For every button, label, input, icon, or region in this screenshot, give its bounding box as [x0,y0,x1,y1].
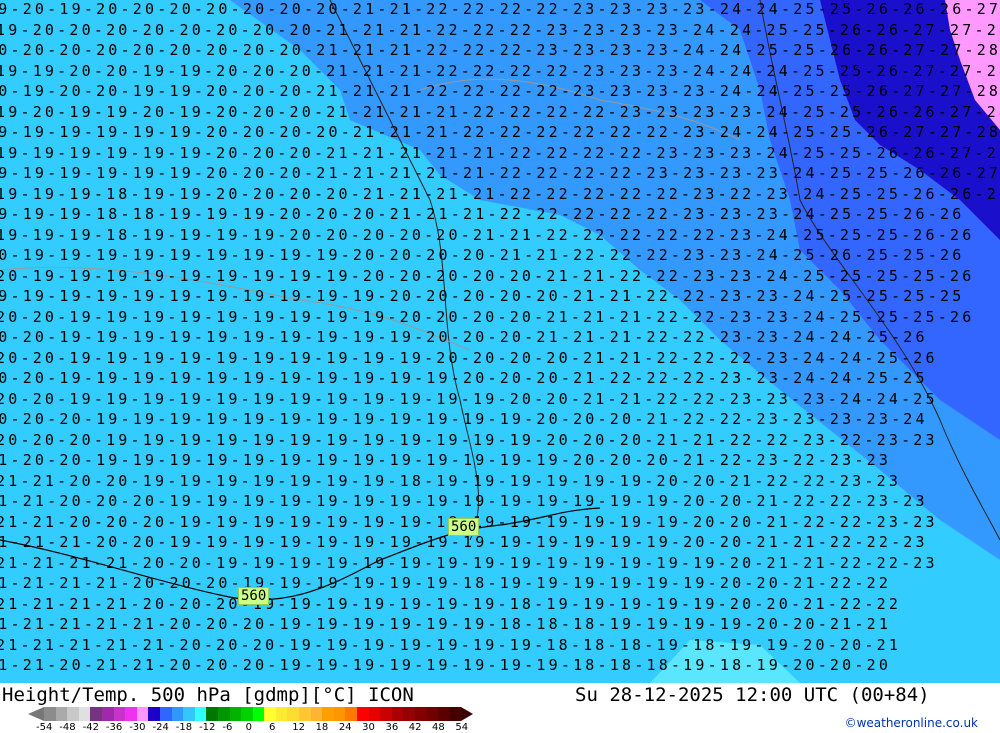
legend-swatch [287,707,300,721]
legend-swatch [217,707,230,721]
legend-tick-label: 36 [385,722,399,733]
legend-ticks: -54 -48 -42 -36 -30 -24 -18 -12 -6 0 6 12 18 24 30 36 42… [36,722,479,733]
legend-tick-label: 18 [315,722,329,733]
temperature-label-row: 21-21-21-21-20-20-20-19-19-19-19-19-19-1… [0,574,892,592]
temperature-label-row: 19-20-20-20-20-20-20-20-20-21-21-21-22-2… [0,20,1000,39]
temperature-label-row: 20-20-19-19-19-19-19-19-19-19-19-19-19-1… [0,389,938,408]
legend-swatch [403,707,415,721]
legend-swatch [345,707,358,721]
credit-link[interactable]: ©weatheronline.co.uk [845,716,978,730]
legend-swatch [333,707,346,721]
legend-swatch [380,707,392,721]
legend-swatch [449,707,462,721]
legend-tick-label: -18 [175,722,193,733]
legend-tick-label: 0 [245,722,253,733]
temperature-label-row: 21-21-21-21-21-20-20-20-19-19-19-19-19-1… [0,615,892,633]
temperature-label-row: 19-19-19-18-18-19-19-19-20-20-20-21-21-2… [0,205,965,223]
legend-swatch [183,707,195,721]
temperature-label-row: 19-20-19-19-20-19-20-20-20-21-21-21-21-2… [0,102,1000,121]
legend-swatch [275,707,288,721]
temperature-label-row: 20-20-19-19-19-19-19-19-19-19-19-19-20-2… [0,348,938,367]
legend-swatch [264,707,276,721]
temperature-label-row: 21-21-21-20-20-19-19-19-19-19-19-19-19-1… [0,533,928,551]
legend-swatch [136,707,149,721]
temperature-label-row: 20-20-20-20-20-20-20-20-20-21-21-21-22-2… [0,41,1000,59]
legend-tick-label: 30 [362,722,375,733]
temperature-label-row: 21-21-21-21-20-20-19-19-19-19-19-19-19-1… [0,553,938,572]
temperature-label-row: 21-21-20-20-20-19-19-19-19-19-19-19-19-1… [0,492,928,510]
legend-swatch [310,707,323,721]
legend-arrow-right [461,707,474,721]
temperature-label-row: 19-19-20-20-19-19-20-20-20-21-21-21-22-2… [0,61,1000,80]
temperature-label-row: 20-19-20-20-19-19-20-20-20-21-21-21-22-2… [0,82,1000,100]
legend-swatch [229,707,242,721]
legend-tick-label: -12 [199,722,216,733]
temperature-label-row: 20-20-20-19-19-19-19-19-19-19-19-19-19-1… [0,410,928,428]
legend-swatch [55,707,68,721]
temperature-label-row: 20-20-19-19-19-19-19-19-19-19-19-20-20-2… [0,307,975,326]
temperature-label-row: 21-20-20-19-19-19-19-19-19-19-19-19-19-1… [0,451,892,469]
temperature-label-row: 21-21-21-21-20-20-20-19-19-19-19-19-19-1… [0,594,902,613]
legend-swatch [415,707,427,721]
legend-swatch [438,707,450,721]
temperature-label-row: 19-19-19-19-19-19-20-20-20-21-21-21-21-2… [0,143,1000,162]
legend-swatch [67,707,79,721]
legend-swatch [426,707,439,721]
legend-tick-label: -42 [82,722,99,733]
map-title: Height/Temp. 500 hPa [gdmp][°C] ICON [2,684,414,706]
temperature-label-row: 21-21-21-21-21-20-20-20-19-19-19-19-19-1… [0,635,902,654]
temperature-label-row: 20-20-19-19-19-19-19-19-19-19-19-19-20-2… [0,328,928,346]
temperature-label-row: 20-19-19-19-19-19-19-19-19-19-20-20-20-2… [0,246,965,264]
legend-swatch [299,707,311,721]
temperature-label-row: 19-19-19-19-19-19-19-19-19-19-19-20-20-2… [0,287,965,305]
legend-swatch [78,707,91,721]
temperature-label-row: 19-19-19-19-19-19-20-20-20-20-21-21-21-2… [0,123,1000,141]
forecast-datetime: Su 28-12-2025 12:00 UTC (00+84) [575,684,930,706]
legend-tick-label: -24 [152,722,169,733]
map-footer: Height/Temp. 500 hPa [gdmp][°C] ICON Su … [0,683,1000,733]
legend-tick-label: 54 [455,722,469,733]
legend-arrow-left [28,707,44,721]
color-legend [28,707,474,721]
legend-swatch [241,707,253,721]
height-label: 560 [448,518,480,536]
temperature-label-row: 21-21-20-20-19-19-19-19-19-19-19-18-19-1… [0,471,902,490]
height-label: 560 [238,587,270,605]
legend-swatch [252,707,265,721]
legend-swatch [357,707,369,721]
legend-swatch [194,707,207,721]
legend-swatch [391,707,404,721]
legend-tick-label: 48 [432,722,445,733]
temperature-label-row: 20-20-19-19-19-19-19-19-19-19-19-19-19-2… [0,369,928,387]
temperature-label-row: 19-19-19-19-19-19-20-20-20-21-21-21-21-2… [0,164,1000,182]
legend-swatch [125,707,137,721]
temperature-label-row: 19-19-19-18-19-19-20-20-20-20-21-21-21-2… [0,184,1000,203]
legend-tick-label: 12 [292,722,305,733]
weather-map: 19-20-19-20-20-20-20-20-20-20-21-21-22-2… [0,0,1000,683]
legend-tick-label: 42 [408,722,422,733]
temperature-label-row: 20-19-19-19-19-19-19-19-19-19-20-20-20-2… [0,266,975,285]
legend-swatch [44,707,56,721]
legend-swatch [148,707,160,721]
temperature-label-row: 20-20-20-19-19-19-19-19-19-19-19-19-19-1… [0,430,938,449]
legend-swatches [44,707,462,721]
legend-tick-label: -30 [129,722,146,733]
temperature-label-row: 19-19-19-18-19-19-19-19-20-20-20-20-20-2… [0,225,975,244]
legend-tick-label: -36 [105,722,123,733]
legend-tick-label: 24 [338,722,352,733]
legend-tick-label: 6 [268,722,276,733]
legend-tick-label: -48 [59,722,76,733]
legend-swatch [368,707,381,721]
legend-swatch [322,707,334,721]
legend-swatch [113,707,126,721]
legend-swatch [90,707,102,721]
legend-swatch [101,707,114,721]
legend-swatch [206,707,218,721]
legend-tick-label: -54 [36,722,53,733]
temperature-label-row: 21-21-20-21-21-20-20-20-19-19-19-19-19-1… [0,656,892,674]
legend-tick-label: -6 [222,722,233,733]
temperature-label-row: 19-20-19-20-20-20-20-20-20-20-21-21-22-2… [0,0,1000,18]
legend-swatch [171,707,184,721]
legend-swatch [159,707,172,721]
